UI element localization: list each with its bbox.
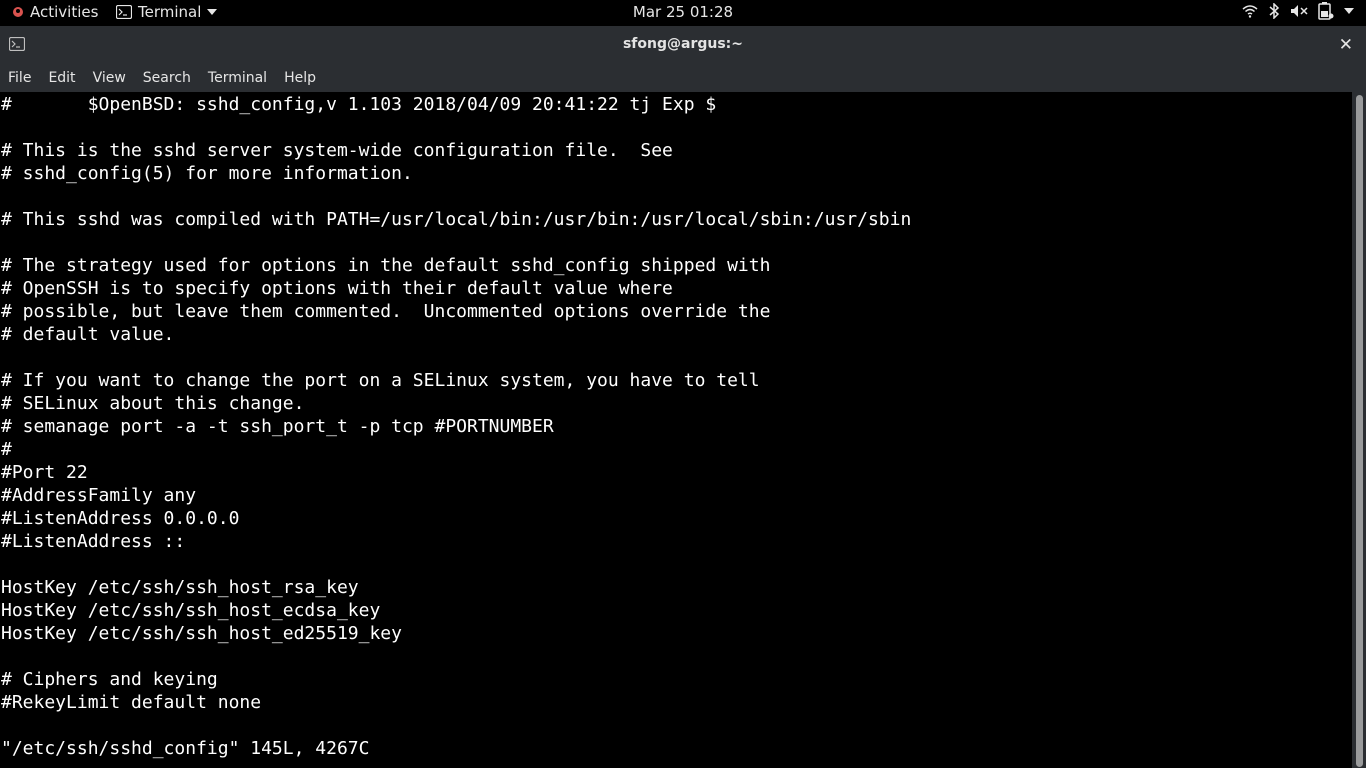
terminal-line: HostKey /etc/ssh/ssh_host_ecdsa_key [1, 600, 381, 621]
battery-icon [1318, 2, 1334, 20]
terminal-line: # [1, 439, 12, 460]
terminal-line: # Ciphers and keying [1, 669, 218, 690]
terminal-line: HostKey /etc/ssh/ssh_host_ed25519_key [1, 623, 402, 644]
window-title: sfong@argus:~ [622, 36, 744, 52]
window-titlebar[interactable]: sfong@argus:~ ✕ [0, 26, 1366, 64]
terminal-line: # SELinux about this change. [1, 393, 305, 414]
terminal-line: # $OpenBSD: sshd_config,v 1.103 2018/04/… [1, 94, 717, 115]
terminal-line: # possible, but leave them commented. Un… [1, 301, 771, 322]
terminal-line: # This is the sshd server system-wide co… [1, 140, 673, 161]
terminal-line: # sshd_config(5) for more information. [1, 163, 413, 184]
scrollbar-thumb[interactable] [1356, 95, 1363, 767]
terminal-line: # This sshd was compiled with PATH=/usr/… [1, 209, 912, 230]
menu-view[interactable]: View [85, 70, 135, 86]
terminal-content[interactable]: # $OpenBSD: sshd_config,v 1.103 2018/04/… [0, 92, 1352, 768]
chevron-down-icon [1344, 8, 1354, 14]
terminal-line: # default value. [1, 324, 175, 345]
bluetooth-icon [1269, 3, 1280, 19]
terminal-line: # semanage port -a -t ssh_port_t -p tcp … [1, 416, 554, 437]
terminal-line: # OpenSSH is to specify options with the… [1, 278, 673, 299]
menu-search[interactable]: Search [135, 70, 200, 86]
terminal-line: #ListenAddress 0.0.0.0 [1, 508, 240, 529]
wifi-icon [1242, 5, 1258, 18]
system-tray[interactable] [1242, 2, 1354, 20]
terminal-line: #ListenAddress :: [1, 531, 186, 552]
terminal-line: #AddressFamily any [1, 485, 197, 506]
terminal-lines: # $OpenBSD: sshd_config,v 1.103 2018/04/… [0, 92, 1352, 714]
menu-edit[interactable]: Edit [40, 70, 84, 86]
menu-bar: File Edit View Search Terminal Help [0, 64, 1366, 92]
menu-help[interactable]: Help [276, 70, 325, 86]
volume-muted-icon [1291, 5, 1308, 17]
terminal-line: #RekeyLimit default none [1, 692, 262, 713]
clock[interactable]: Mar 25 01:28 [0, 3, 1366, 21]
menu-terminal[interactable]: Terminal [200, 70, 276, 86]
terminal-line: # The strategy used for options in the d… [1, 255, 771, 276]
menu-file[interactable]: File [0, 70, 40, 86]
terminal-line: HostKey /etc/ssh/ssh_host_rsa_key [1, 577, 359, 598]
top-bar: Activities Terminal Mar 25 01:28 [0, 0, 1366, 26]
close-icon[interactable]: ✕ [1339, 35, 1353, 55]
terminal-line: # If you want to change the port on a SE… [1, 370, 760, 391]
terminal-line: #Port 22 [1, 462, 88, 483]
vim-status-line: "/etc/ssh/sshd_config" 145L, 4267C [1, 738, 370, 759]
terminal-scrollbar[interactable] [1352, 92, 1366, 768]
